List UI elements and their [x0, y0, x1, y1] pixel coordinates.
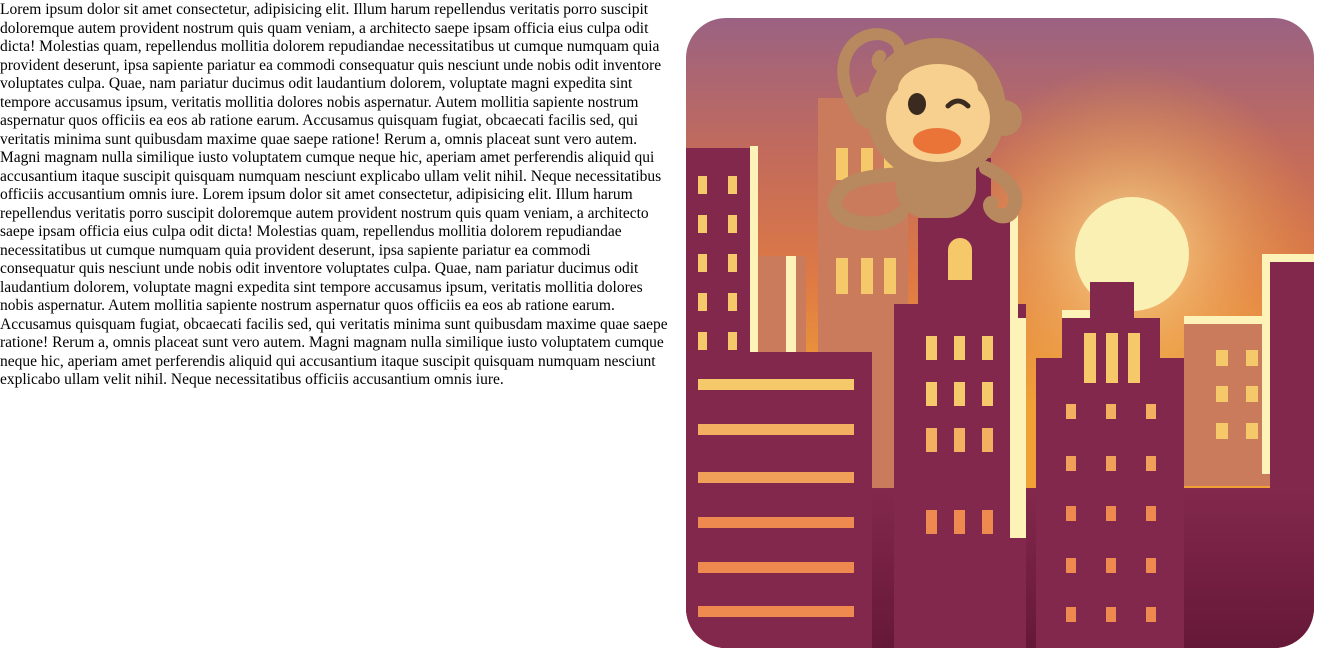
monkey-city-sunset-icon: [686, 18, 1314, 648]
monkey-city-sunset-illustration: [686, 18, 1314, 648]
building-center-right: [1036, 358, 1184, 648]
lorem-ipsum-paragraph: Lorem ipsum dolor sit amet consectetur, …: [0, 1, 668, 388]
building-left-low: [686, 352, 872, 648]
tower-arch-window: [948, 238, 972, 280]
